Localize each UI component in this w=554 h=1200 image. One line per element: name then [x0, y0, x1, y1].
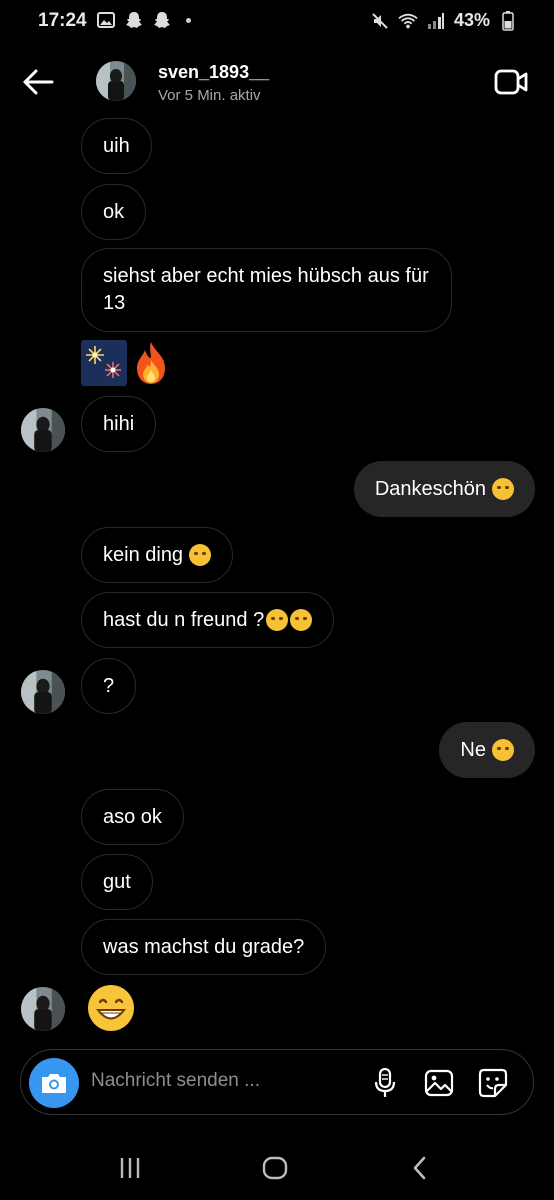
- message-text: uih: [103, 134, 130, 157]
- battery-icon: [498, 10, 518, 31]
- message-text: ok: [103, 200, 125, 223]
- message-bubble[interactable]: siehst aber echt mies hübsch aus für 13: [81, 248, 452, 332]
- chat-username[interactable]: sven_1893__: [158, 62, 269, 83]
- system-nav-bar: [0, 1140, 554, 1200]
- message-bubble-outgoing[interactable]: Dankeschön: [353, 461, 535, 517]
- gallery-icon: [96, 10, 116, 30]
- back-icon: [413, 1156, 426, 1180]
- message-text: kein ding: [103, 543, 184, 566]
- message-text: gut: [103, 870, 131, 893]
- status-bar: 17:24 43%: [0, 0, 554, 42]
- recent-apps-icon: [120, 1158, 140, 1178]
- recent-apps-button[interactable]: [110, 1152, 150, 1184]
- upside-down-face-emoji: [492, 739, 514, 761]
- smiling-face-emoji: [492, 478, 514, 500]
- message-bubble[interactable]: hast du n freund ?: [81, 592, 335, 648]
- message-bubble[interactable]: ?: [81, 658, 137, 714]
- smiling-face-emoji: [189, 544, 212, 566]
- arrow-left-icon: [23, 69, 54, 95]
- mute-icon: [370, 11, 390, 31]
- message-bubble[interactable]: aso ok: [81, 789, 184, 845]
- video-call-icon: [494, 69, 528, 95]
- camera-button[interactable]: [29, 1058, 79, 1108]
- snapchat-icon: [124, 10, 144, 30]
- message-bubble[interactable]: was machst du grade?: [81, 919, 327, 975]
- avatar[interactable]: [21, 987, 65, 1031]
- status-right-icons: 43%: [370, 10, 518, 31]
- active-status: Vor 5 Min. aktiv: [158, 87, 261, 104]
- battery-percent: 43%: [453, 10, 490, 30]
- fire-emoji: [137, 342, 165, 384]
- message-composer: [20, 1049, 534, 1115]
- avatar[interactable]: [21, 670, 65, 714]
- wifi-icon: [398, 11, 418, 31]
- camera-icon: [42, 1074, 66, 1093]
- avatar[interactable]: [21, 408, 65, 452]
- status-time: 17:24: [38, 10, 87, 31]
- microphone-button[interactable]: [369, 1067, 401, 1099]
- back-button[interactable]: [18, 64, 58, 100]
- home-icon: [262, 1156, 288, 1180]
- message-text: siehst aber echt mies hübsch aus für 13: [103, 265, 429, 314]
- message-text: aso ok: [103, 805, 162, 828]
- message-bubble[interactable]: ok: [81, 184, 147, 240]
- message-text: hihi: [103, 412, 135, 435]
- grinning-face-emoji[interactable]: [88, 985, 134, 1031]
- message-text: was machst du grade?: [103, 935, 305, 958]
- fireworks-emoji: [81, 340, 127, 386]
- message-text: Ne: [460, 738, 486, 761]
- message-bubble[interactable]: hihi: [81, 396, 157, 452]
- message-text: ?: [103, 674, 115, 697]
- emoji-message[interactable]: [81, 340, 171, 386]
- home-button[interactable]: [255, 1152, 295, 1184]
- video-call-button[interactable]: [492, 66, 530, 98]
- signal-icon: [426, 11, 446, 31]
- gallery-button[interactable]: [423, 1067, 455, 1099]
- nav-back-button[interactable]: [400, 1152, 440, 1184]
- yawning-face-emoji: [266, 609, 289, 631]
- message-bubble[interactable]: kein ding: [81, 527, 234, 583]
- avatar[interactable]: [96, 61, 136, 101]
- microphone-icon: [374, 1068, 396, 1097]
- sticker-button[interactable]: [477, 1067, 509, 1099]
- sticker-icon: [478, 1068, 508, 1098]
- dot-icon: [186, 17, 191, 23]
- message-input[interactable]: [91, 1070, 351, 1092]
- message-text: hast du n freund ?: [103, 608, 265, 631]
- message-bubble-outgoing[interactable]: Ne: [439, 722, 535, 778]
- status-left-icons: [96, 10, 191, 30]
- gallery-icon: [424, 1069, 454, 1097]
- chat-header: sven_1893__ Vor 5 Min. aktiv: [0, 42, 554, 122]
- snapchat-icon: [152, 10, 172, 30]
- pleading-face-emoji: [290, 609, 313, 631]
- message-text: Dankeschön: [374, 477, 486, 500]
- message-bubble[interactable]: uih: [81, 118, 152, 174]
- message-bubble[interactable]: gut: [81, 854, 153, 910]
